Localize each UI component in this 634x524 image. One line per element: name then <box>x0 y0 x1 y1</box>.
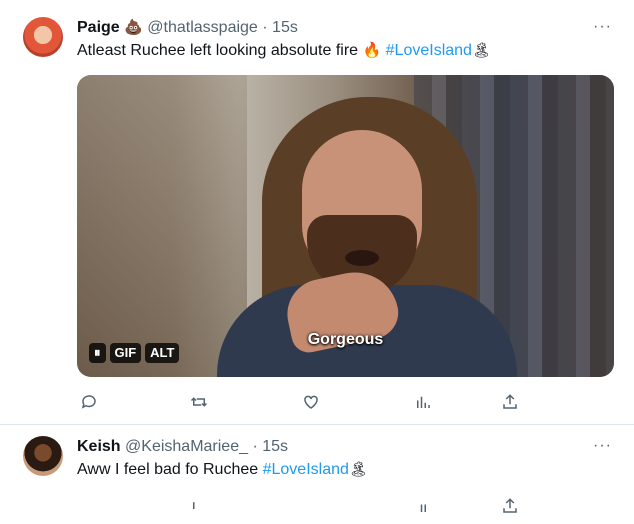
avatar[interactable] <box>23 17 63 57</box>
tweet[interactable]: Paige 💩 @thatlasspaige · 15s ··· Atleast… <box>0 0 634 424</box>
user-handle[interactable]: @KeishaMariee_ <box>125 438 248 455</box>
separator-dot: · <box>252 438 258 455</box>
tweet-header: Paige 💩 @thatlasspaige · 15s <box>77 18 298 38</box>
tweet-body: Aww I feel bad fo Ruchee <box>77 461 259 478</box>
views-icon[interactable] <box>411 390 435 414</box>
gif-media[interactable]: Gorgeous ⏸ GIF ALT <box>77 75 614 377</box>
timestamp[interactable]: 15s <box>262 438 288 455</box>
retweet-icon[interactable] <box>187 494 211 518</box>
user-handle[interactable]: @thatlasspaige <box>147 19 258 36</box>
tweet-header: Keish @KeishaMariee_ · 15s <box>77 437 288 457</box>
reply-icon[interactable] <box>77 390 101 414</box>
tweet-actions <box>77 390 537 414</box>
gif-badge: GIF <box>109 343 142 363</box>
separator-dot: · <box>262 19 268 36</box>
tweet-text: Atleast Ruchee left looking absolute fir… <box>77 40 491 62</box>
pause-icon[interactable]: ⏸ <box>89 343 106 363</box>
avatar[interactable] <box>23 436 63 476</box>
tweet-body: Atleast Ruchee left looking absolute fir… <box>77 42 359 59</box>
share-icon[interactable] <box>498 494 522 518</box>
timestamp[interactable]: 15s <box>272 19 298 36</box>
hashtag-link[interactable]: #LoveIsland <box>386 42 472 59</box>
person-mouth <box>345 250 379 266</box>
island-emoji: 🏝 <box>471 42 491 59</box>
tweet-actions <box>77 494 537 518</box>
views-icon[interactable] <box>411 494 435 518</box>
media-badges: ⏸ GIF ALT <box>89 343 180 363</box>
hashtag-link[interactable]: #LoveIsland <box>263 461 349 478</box>
island-emoji: 🏝 <box>348 461 368 478</box>
alt-badge[interactable]: ALT <box>145 343 180 363</box>
display-name[interactable]: Paige <box>77 19 120 36</box>
retweet-icon[interactable] <box>187 390 211 414</box>
tweet-text: Aww I feel bad fo Ruchee #LoveIsland🏝 <box>77 459 368 481</box>
fire-emoji: 🔥 <box>362 42 382 59</box>
more-options-icon[interactable]: ··· <box>593 437 612 455</box>
display-name[interactable]: Keish <box>77 438 121 455</box>
tweet-divider <box>0 424 634 425</box>
name-emoji: 💩 <box>124 19 143 36</box>
share-icon[interactable] <box>498 390 522 414</box>
like-icon[interactable] <box>299 390 323 414</box>
more-options-icon[interactable]: ··· <box>593 18 612 36</box>
